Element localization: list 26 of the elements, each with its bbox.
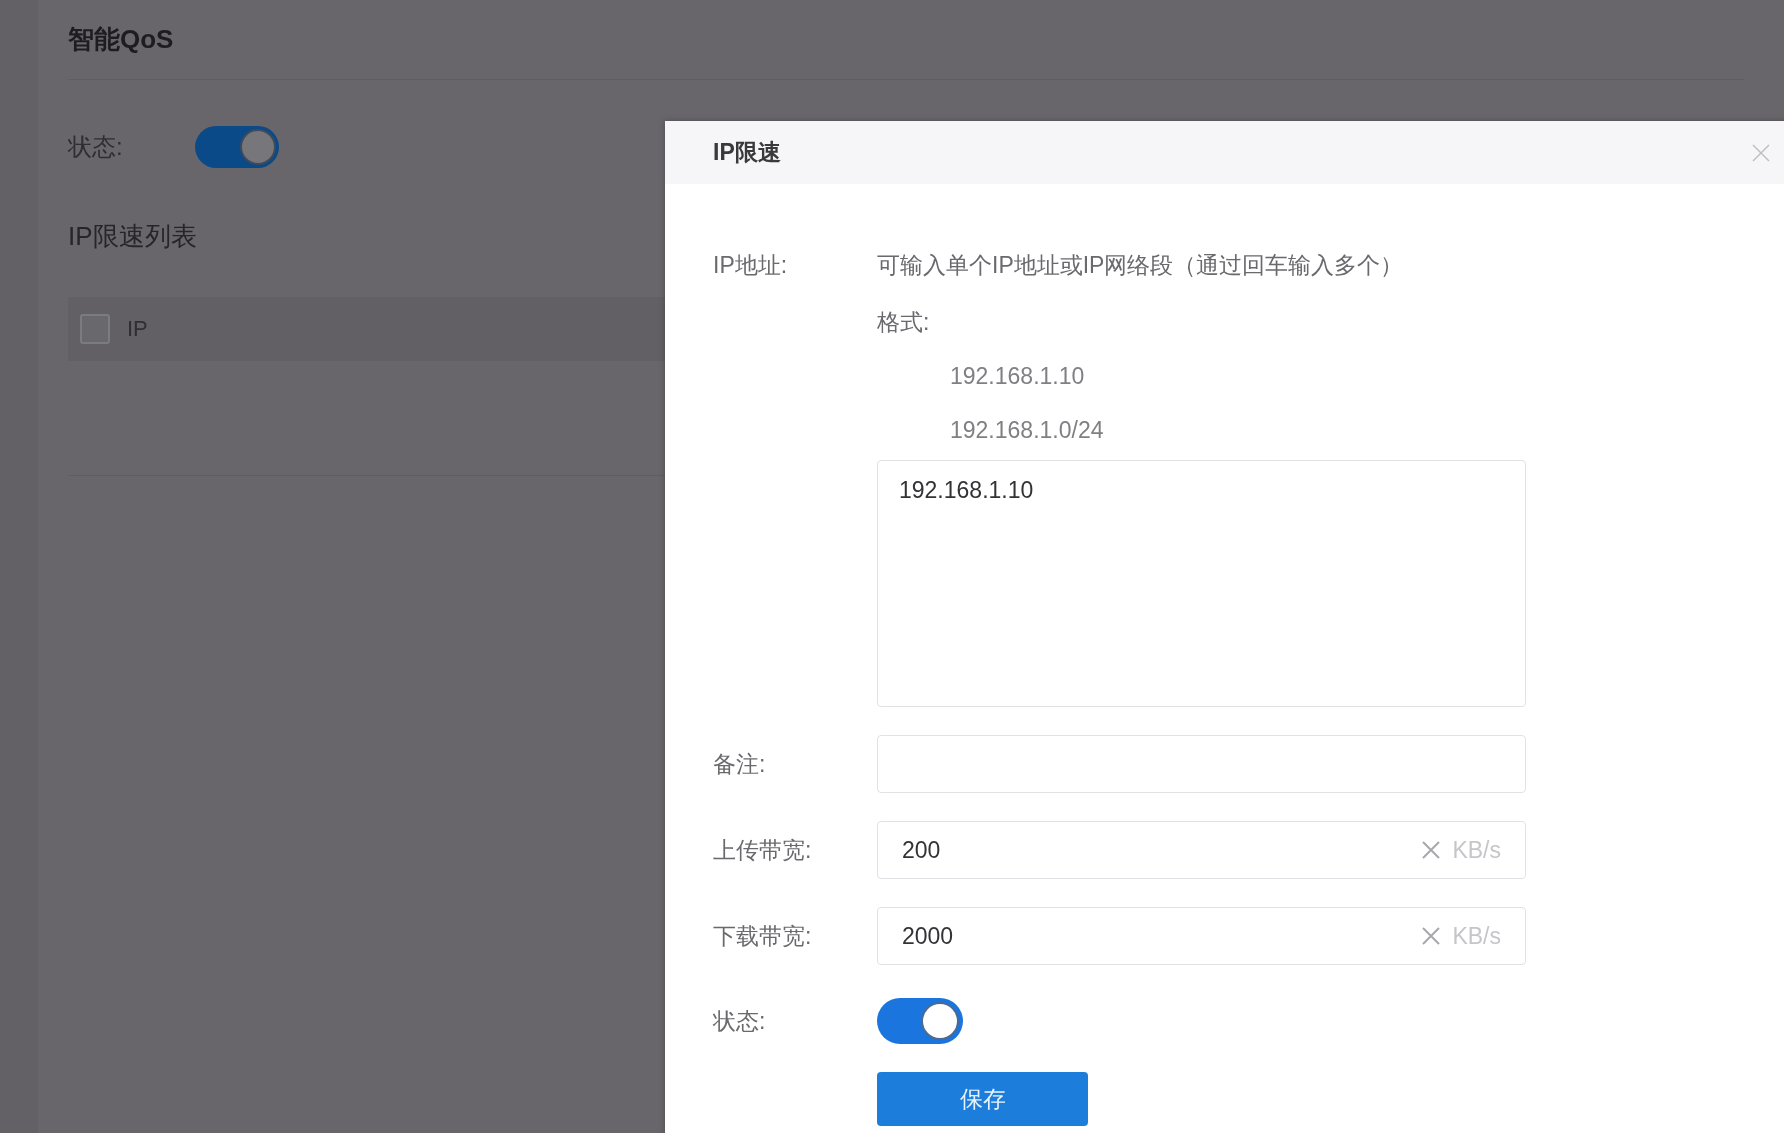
- unit-label: KB/s: [1452, 922, 1501, 950]
- field-label: 下载带宽:: [713, 922, 812, 951]
- close-icon[interactable]: [1752, 143, 1770, 162]
- save-button[interactable]: 保存: [877, 1072, 1088, 1126]
- bandwidth-field[interactable]: 200 KB/s: [877, 821, 1526, 879]
- clear-icon[interactable]: [1422, 841, 1441, 859]
- field-label: 状态:: [713, 1007, 766, 1036]
- bandwidth-field[interactable]: 2000 KB/s: [877, 907, 1526, 965]
- hint-text: 可输入单个IP地址或IP网络段（通过回车输入多个）: [877, 251, 1404, 280]
- status-label: 状态:: [68, 132, 123, 162]
- format-label: 格式:: [877, 308, 930, 337]
- status-toggle[interactable]: [194, 126, 279, 168]
- format-example: 192.168.1.10: [950, 362, 1085, 391]
- field-label: 备注:: [713, 750, 766, 779]
- unit-label: KB/s: [1452, 836, 1501, 864]
- status-switch[interactable]: [877, 998, 963, 1044]
- select-all-checkbox[interactable]: [80, 314, 110, 344]
- dialog-title: IP限速: [713, 138, 781, 167]
- format-example: 192.168.1.0/24: [950, 416, 1104, 445]
- page-title: 智能QoS: [68, 23, 174, 56]
- field-label: IP地址:: [713, 251, 788, 280]
- list-title: IP限速列表: [68, 221, 197, 251]
- ip-address-field[interactable]: 192.168.1.10: [877, 460, 1526, 707]
- note-field[interactable]: [877, 735, 1526, 793]
- clear-icon[interactable]: [1422, 927, 1441, 945]
- field-label: 上传带宽:: [713, 836, 812, 865]
